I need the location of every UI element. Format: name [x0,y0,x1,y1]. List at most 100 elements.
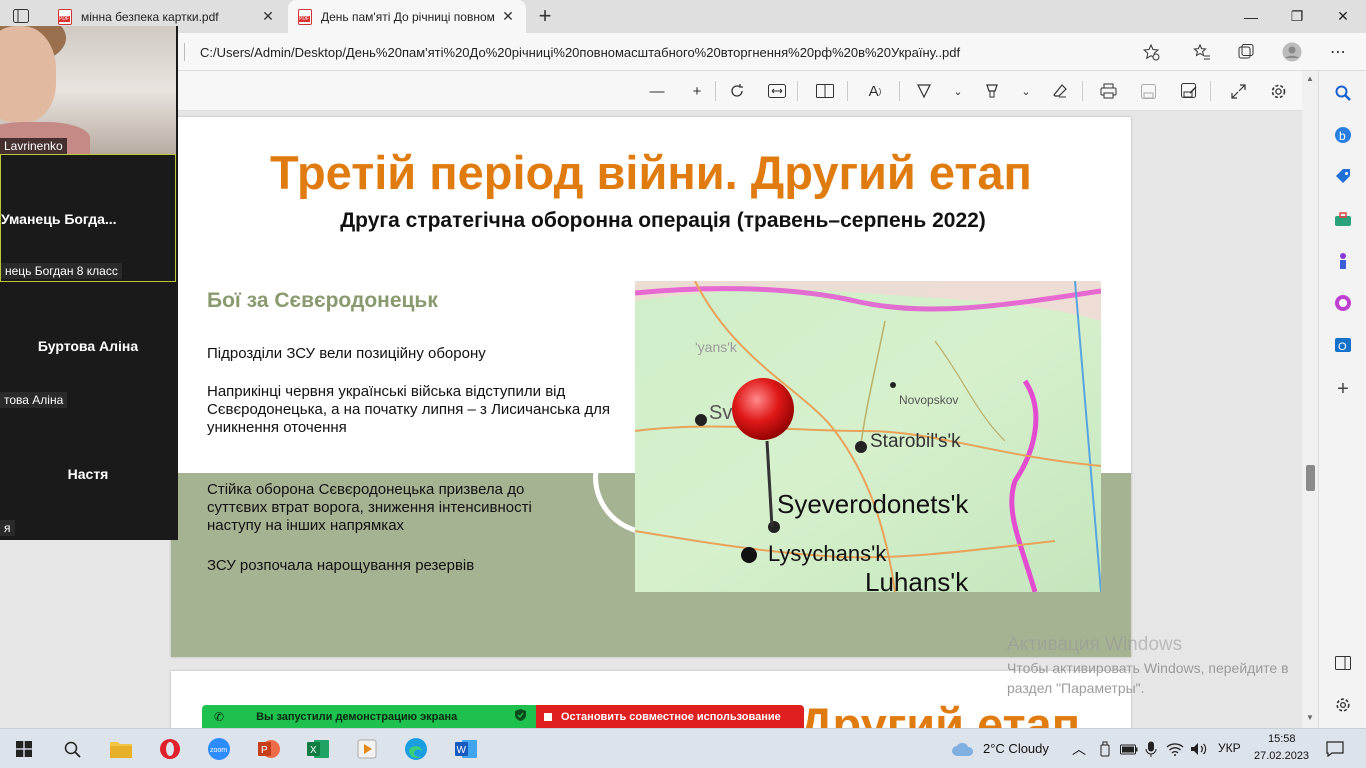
outlook-icon[interactable]: O [1333,335,1353,355]
stop-share-text: Остановить совместное использование [561,710,781,723]
slide-title: Третій період війни. Другий етап [270,146,1032,199]
save-icon[interactable] [1136,79,1160,103]
tab-title: мінна безпека картки.pdf [81,9,219,24]
stop-icon [544,712,552,721]
notifications-icon[interactable] [1322,736,1348,762]
input-language[interactable]: УКР [1218,741,1241,755]
bing-icon[interactable]: b [1333,125,1353,145]
svg-text:zoom: zoom [210,747,227,754]
edge-icon[interactable] [403,736,429,762]
svg-text:X: X [310,745,317,756]
scroll-thumb[interactable] [1306,465,1315,491]
rotate-icon[interactable] [725,79,749,103]
search-icon[interactable] [59,736,85,762]
usb-icon[interactable] [1092,736,1118,762]
media-player-icon[interactable] [354,736,380,762]
weather-cloud-icon[interactable] [950,736,976,762]
fullscreen-icon[interactable] [1226,79,1250,103]
zoom-participant-panel: Lavrinenko Уманець Богда... нець Богдан … [0,26,178,540]
weather-text[interactable]: 2°C Cloudy [983,741,1049,756]
hide-sidebar-icon[interactable] [1333,653,1353,673]
file-explorer-icon[interactable] [108,736,134,762]
zoom-out-icon[interactable]: — [645,79,669,103]
tab-close-icon[interactable]: ✕ [260,8,276,25]
opera-icon[interactable] [157,736,183,762]
map-label: Luhans'k [865,567,969,592]
collections-icon[interactable] [1235,41,1257,63]
map-label: 'yans'k [695,339,738,355]
participant-tile[interactable]: Уманець Богда... нець Богдан 8 класс [0,154,176,282]
participant-chip: това Аліна [0,392,68,408]
save-as-icon[interactable] [1177,79,1201,103]
close-window-button[interactable]: ✕ [1320,0,1366,33]
pdf-viewer: — + A) ⌄ ⌄ Третій період війни. Другий е… [0,71,1318,731]
microphone-icon[interactable] [1138,736,1164,762]
address-text: C:/Users/Admin/Desktop/День%20пам'яті%20… [200,44,961,60]
paragraph: ЗСУ розпочала нарощування резервів [207,557,475,574]
slide-subtitle: Друга стратегічна оборонна операція (тра… [340,209,986,232]
highlight-icon[interactable] [980,79,1004,103]
scroll-up-icon[interactable]: ▲ [1305,74,1315,83]
participant-tile[interactable]: Буртова Аліна това Аліна [0,282,176,410]
tab-title: День пам'яті До річниці повном [321,9,495,24]
participant-tile[interactable]: Настя я [0,410,176,538]
map-label: Syeverodonets'k [777,489,969,519]
windows-start-icon[interactable] [11,736,37,762]
word-icon[interactable]: W [453,736,479,762]
show-hidden-icons-chevron-icon[interactable]: ︿ [1072,739,1086,759]
add-favorite-icon[interactable] [1140,41,1162,63]
screen-share-status[interactable]: ✆ Вы запустили демонстрацию экрана [202,705,536,728]
minimize-button[interactable]: — [1228,0,1274,33]
add-sidebar-app-icon[interactable]: + [1333,378,1353,400]
office-icon[interactable] [1333,293,1353,313]
print-icon[interactable] [1096,79,1120,103]
fit-width-icon[interactable] [765,79,789,103]
clock-date[interactable]: 27.02.2023 [1254,750,1309,762]
scroll-down-icon[interactable]: ▼ [1305,713,1315,722]
zoom-app-icon[interactable]: zoom [206,736,232,762]
page-view-icon[interactable] [813,79,837,103]
new-tab-button[interactable]: + [534,4,556,28]
clock-time[interactable]: 15:58 [1268,733,1296,745]
vertical-scrollbar[interactable]: ▲ ▼ [1302,71,1318,728]
paragraph: Наприкінці червня українські війська від… [207,383,610,436]
draw-icon[interactable] [912,79,936,103]
pdf-toolbar: — + A) ⌄ ⌄ [0,71,1318,111]
eraser-icon[interactable] [1048,79,1072,103]
map-image: 'yans'k Sv Novopskov Starobil's'k Syever… [635,281,1101,592]
stop-share-button[interactable]: Остановить совместное использование [536,705,804,728]
tab-strip: мінна безпека картки.pdf ✕ День пам'яті … [0,0,1366,33]
profile-avatar-icon[interactable] [1281,41,1303,63]
tab-pdf-2[interactable]: День пам'яті До річниці повном ✕ [288,0,526,33]
games-icon[interactable] [1333,251,1353,271]
participant-name: Настя [67,466,109,482]
shopping-icon[interactable] [1333,167,1353,187]
slide-title: Другий етап [799,698,1081,731]
share-status-text: Вы запустили демонстрацию экрана [256,710,458,723]
tab-actions-icon[interactable] [10,6,32,26]
participant-name: Уманець Богда... [1,211,117,227]
wifi-icon[interactable] [1162,736,1188,762]
svg-text:b: b [1339,129,1346,143]
powerpoint-icon[interactable]: P [256,736,282,762]
shield-icon [515,709,526,724]
more-menu-icon[interactable]: ⋯ [1327,41,1349,63]
sidebar-settings-icon[interactable] [1333,695,1353,715]
excel-icon[interactable]: X [305,736,331,762]
zoom-in-icon[interactable]: + [685,79,709,103]
volume-icon[interactable] [1186,736,1212,762]
draw-options-chevron-icon[interactable]: ⌄ [946,79,970,103]
restore-button[interactable]: ❐ [1274,0,1320,33]
svg-text:P: P [261,745,268,756]
participant-chip: я [0,520,15,536]
address-field[interactable]: C:/Users/Admin/Desktop/День%20пам'яті%20… [184,38,1174,66]
divider [184,43,185,61]
read-aloud-icon[interactable]: A) [863,79,887,103]
settings-gear-icon[interactable] [1266,79,1290,103]
tools-icon[interactable] [1333,209,1353,229]
search-icon[interactable] [1333,83,1353,103]
favorites-icon[interactable] [1191,41,1213,63]
participant-video[interactable]: Lavrinenko [0,26,176,154]
highlight-options-chevron-icon[interactable]: ⌄ [1014,79,1038,103]
tab-close-icon[interactable]: ✕ [500,8,516,25]
